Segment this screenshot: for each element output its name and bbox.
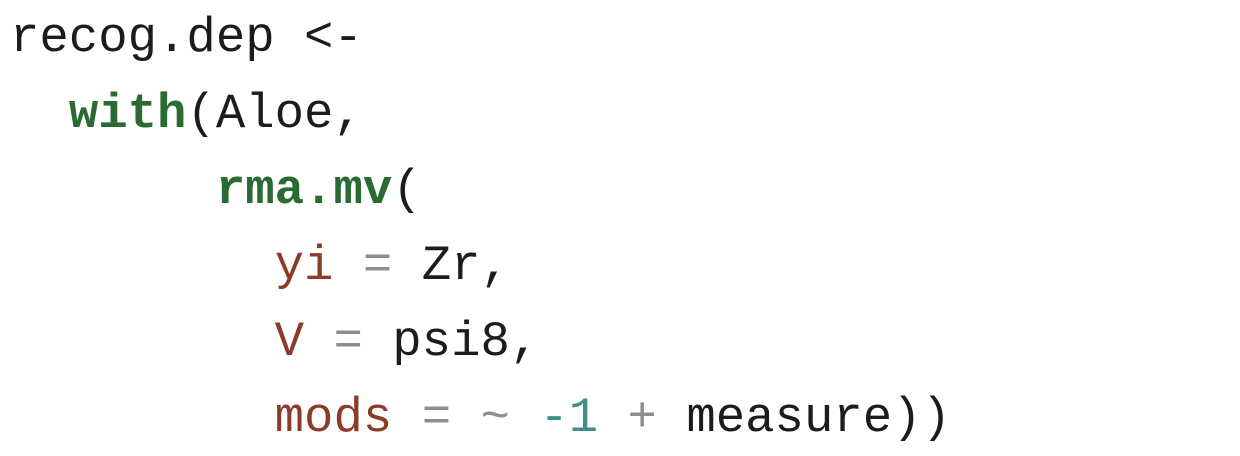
plus-operator: + bbox=[627, 390, 657, 446]
code-line-1: recog.dep <- bbox=[10, 0, 951, 76]
tilde-operator: ~ bbox=[480, 390, 510, 446]
number-minus-one: -1 bbox=[539, 390, 599, 446]
value-zr: Zr, bbox=[421, 238, 510, 294]
open-paren: ( bbox=[392, 162, 422, 218]
equals-operator: = bbox=[362, 238, 393, 294]
arg-yi: yi bbox=[274, 238, 334, 294]
keyword-rma-mv: rma.mv bbox=[215, 162, 393, 218]
code-line-2: with(Aloe, bbox=[10, 76, 951, 152]
code-line-3: rma.mv( bbox=[10, 152, 951, 228]
keyword-with: with bbox=[68, 86, 187, 142]
arg-mods: mods bbox=[274, 390, 393, 446]
code-block: recog.dep <- with(Aloe, rma.mv( yi = Zr,… bbox=[10, 0, 951, 456]
value-psi8: psi8, bbox=[392, 314, 540, 370]
value-measure: measure)) bbox=[686, 390, 951, 446]
equals-operator: = bbox=[421, 390, 452, 446]
with-args: (Aloe, bbox=[186, 86, 363, 142]
equals-operator: = bbox=[333, 314, 363, 370]
arg-v: V bbox=[274, 314, 305, 370]
code-line-4: yi = Zr, bbox=[10, 228, 951, 304]
code-line-6: mods = ~ -1 + measure)) bbox=[10, 380, 951, 456]
assignment-text: recog.dep <- bbox=[10, 10, 363, 66]
code-line-5: V = psi8, bbox=[10, 304, 951, 380]
